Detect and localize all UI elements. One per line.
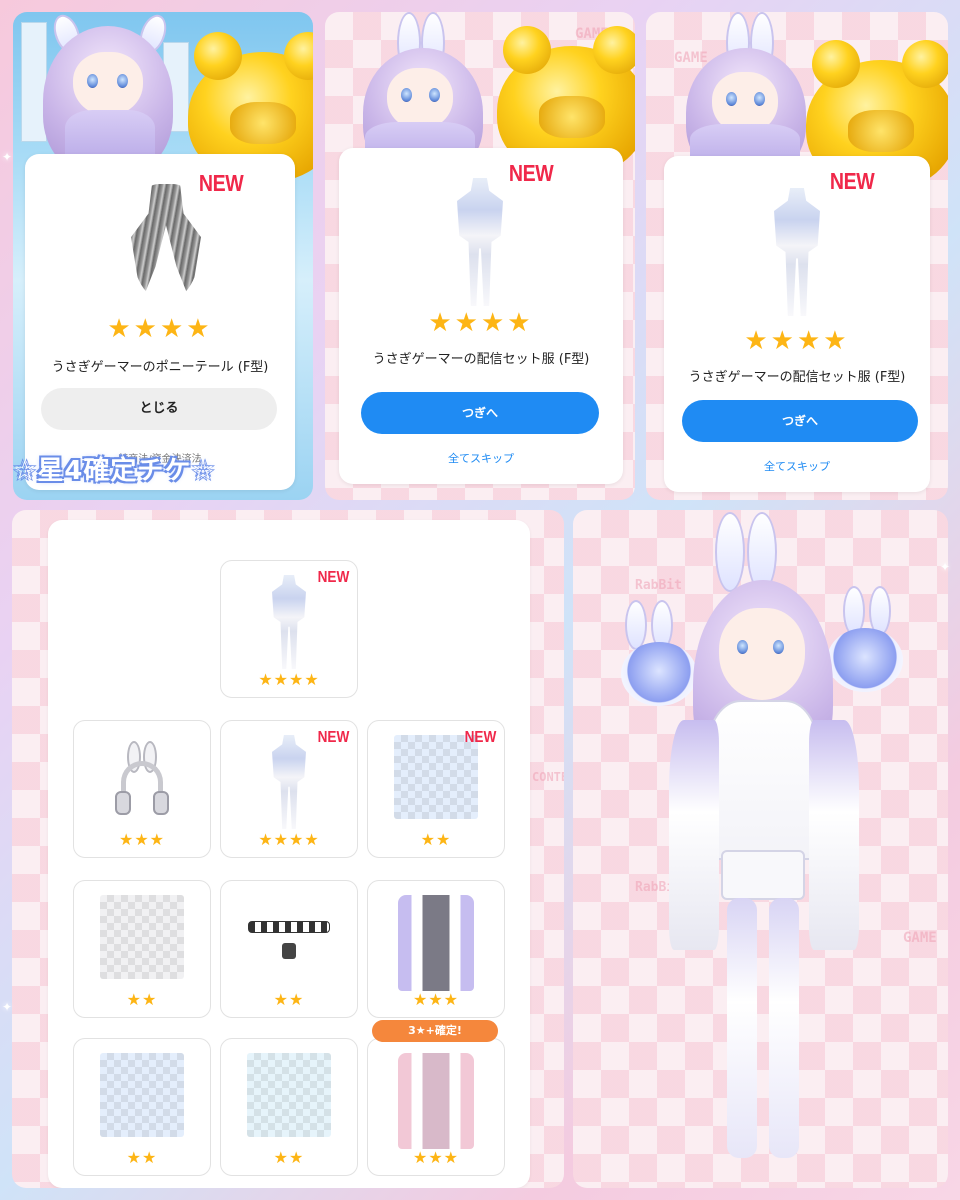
skip-all-link[interactable]: 全てスキップ	[339, 450, 623, 466]
bear-face	[848, 110, 914, 152]
rarity-stars: ★★	[126, 1148, 158, 1167]
bear-face	[230, 102, 296, 144]
next-button[interactable]: つぎへ	[361, 392, 599, 434]
avatar-leg-left	[727, 898, 757, 1158]
gacha-result-panel-3: GAME NEW ★★★★ うさぎゲーマーの配信セット服 (F型) つぎへ 全て…	[646, 12, 948, 500]
new-badge: NEW	[198, 170, 244, 196]
choker-item-icon	[248, 915, 330, 963]
outfit-item-icon	[457, 178, 503, 306]
rarity-stars: ★★★★	[107, 314, 213, 344]
avatar-top	[707, 700, 819, 860]
avatar-jacket-right	[809, 720, 859, 950]
rarity-stars: ★★★	[118, 830, 166, 849]
avatar-face	[387, 68, 453, 130]
rarity-stars: ★★	[273, 990, 305, 1009]
sparkle-icon: ✦	[940, 560, 951, 574]
avatar-character	[325, 12, 525, 162]
avatar-character	[13, 12, 213, 162]
close-button[interactable]: とじる	[41, 388, 277, 430]
avatar-face	[719, 608, 805, 700]
item-name: うさぎゲーマーのポニーテール (F型)	[51, 360, 269, 375]
avatar-eye	[773, 640, 784, 654]
room-pattern-item-icon	[100, 895, 184, 979]
rarity-stars: ★★	[273, 1148, 305, 1167]
item-tile[interactable]: NEW ★★★★	[220, 720, 358, 858]
jacket-item-icon	[398, 1053, 474, 1149]
gacha-result-panel-1: NEW ★★★★ うさぎゲーマーのポニーテール (F型) とじる 特商法/資金決…	[13, 12, 313, 500]
outfit-item-icon	[272, 735, 306, 829]
item-result-card: NEW ★★★★ うさぎゲーマーのポニーテール (F型) とじる 特商法/資金決…	[25, 154, 295, 490]
new-badge: NEW	[317, 569, 349, 586]
item-tile[interactable]: ★★	[73, 1038, 211, 1176]
gacha-result-panel-2: GAME NEW ★★★★ うさぎゲーマーの配信セット服 (F型) つぎへ 全て…	[325, 12, 635, 500]
avatar-shorts	[721, 850, 805, 900]
room-pattern-item-icon	[100, 1053, 184, 1137]
outfit-item-icon	[272, 575, 306, 669]
room-pattern-item-icon	[247, 1053, 331, 1137]
rarity-stars: ★★	[420, 830, 452, 849]
item-tile[interactable]: ★★	[73, 880, 211, 1018]
item-tile[interactable]: NEW ★★	[367, 720, 505, 858]
avatar-preview-panel: RabBit RabBit CONTENT GAME	[573, 510, 948, 1188]
avatar-eye	[726, 92, 737, 106]
avatar-jacket-left	[669, 720, 719, 950]
new-badge: NEW	[508, 160, 554, 186]
item-name: うさぎゲーマーの配信セット服 (F型)	[688, 370, 906, 385]
bear-face	[539, 96, 605, 138]
avatar-eye	[429, 88, 440, 102]
item-tile[interactable]: NEW ★★★★	[220, 560, 358, 698]
rarity-stars: ★★★★	[258, 670, 320, 689]
jacket-item-icon	[398, 895, 474, 991]
skip-all-link[interactable]: 全てスキップ	[664, 458, 930, 474]
background-word: GAME	[903, 930, 937, 946]
guaranteed-tag: 3★+確定!	[372, 1020, 498, 1042]
rarity-stars: ★★★	[412, 990, 460, 1009]
bunny-ear-icon	[625, 600, 647, 650]
outfit-item-icon	[774, 188, 820, 316]
gacha-result-list-panel: CONTENT NEW★★★★★★★NEW★★★★NEW★★★★★★★★★★★★…	[12, 510, 564, 1188]
item-result-card: NEW ★★★★ うさぎゲーマーの配信セット服 (F型) つぎへ 全てスキップ	[664, 156, 930, 492]
next-button[interactable]: つぎへ	[682, 400, 918, 442]
item-tile[interactable]: ★★★	[367, 880, 505, 1018]
sparkle-icon: ✦	[2, 1000, 13, 1014]
item-tile[interactable]: ★★★	[367, 1038, 505, 1176]
new-badge: NEW	[464, 729, 496, 746]
item-name: うさぎゲーマーの配信セット服 (F型)	[372, 352, 590, 367]
new-badge: NEW	[317, 729, 349, 746]
bunny-headphones-icon	[115, 741, 169, 821]
ticket-caption: ☆星4確定チケ☆	[13, 456, 216, 486]
background-word: CONTENT	[532, 770, 564, 784]
item-tile[interactable]: ★★	[220, 880, 358, 1018]
new-badge: NEW	[829, 168, 875, 194]
item-tile[interactable]: ★★	[220, 1038, 358, 1176]
ponytail-item-icon	[131, 184, 201, 302]
rarity-stars: ★★★★	[744, 326, 850, 356]
rarity-stars: ★★★	[412, 1148, 460, 1167]
avatar-full-body	[663, 510, 863, 1188]
avatar-eye	[737, 640, 748, 654]
rarity-stars: ★★	[126, 990, 158, 1009]
avatar-eye	[87, 74, 98, 88]
item-tile[interactable]: ★★★	[73, 720, 211, 858]
avatar-eye	[117, 74, 128, 88]
result-list: NEW ★★★★ ★★★ NEW ★★★★ NEW ★★ ★★ ★★ ★★★ ★★ ★★ ★★★ 3★+…	[48, 520, 530, 1188]
sparkle-icon: ✦	[2, 150, 13, 164]
bunny-ear-icon	[715, 512, 745, 592]
item-result-card: NEW ★★★★ うさぎゲーマーの配信セット服 (F型) つぎへ 全てスキップ	[339, 148, 623, 484]
avatar-eye	[401, 88, 412, 102]
avatar-eye	[754, 92, 765, 106]
avatar-leg-right	[769, 898, 799, 1158]
rarity-stars: ★★★★	[428, 308, 534, 338]
avatar-face	[73, 52, 143, 116]
rarity-stars: ★★★★	[258, 830, 320, 849]
room-pattern-item-icon	[394, 735, 478, 819]
